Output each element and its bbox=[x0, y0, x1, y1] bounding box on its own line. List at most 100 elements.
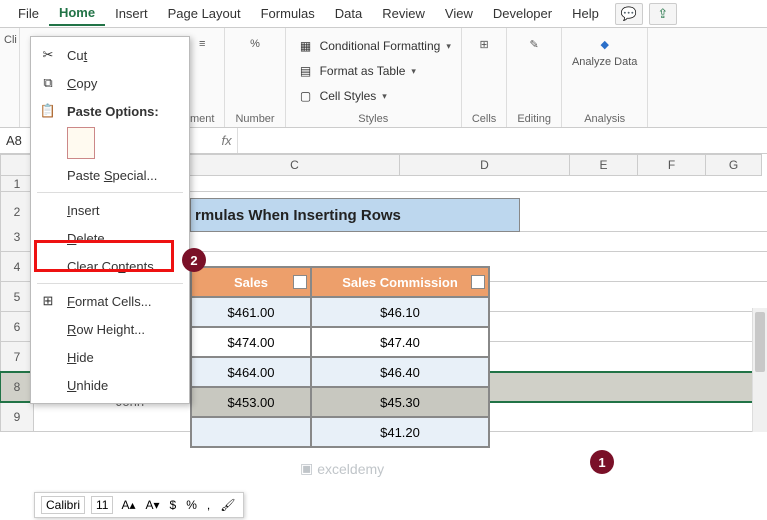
ribbon-number: % Number bbox=[225, 28, 285, 127]
row-head-4[interactable]: 4 bbox=[0, 252, 34, 282]
cm-format-cells[interactable]: ⊞Format Cells... bbox=[31, 287, 189, 315]
menu-view[interactable]: View bbox=[435, 2, 483, 25]
row-head-7[interactable]: 7 bbox=[0, 342, 34, 372]
filter-icon[interactable]: ▾ bbox=[293, 275, 307, 289]
cm-clear-contents[interactable]: Clear Contents bbox=[31, 252, 189, 280]
percent-icon[interactable]: % bbox=[245, 34, 265, 54]
context-menu: ✂Cut ⧉Copy 📋Paste Options: Paste Special… bbox=[30, 36, 190, 404]
menu-insert[interactable]: Insert bbox=[105, 2, 158, 25]
row-head-6[interactable]: 6 bbox=[0, 312, 34, 342]
menu-help[interactable]: Help bbox=[562, 2, 609, 25]
increase-font-icon[interactable]: A▴ bbox=[119, 498, 137, 512]
menu-page-layout[interactable]: Page Layout bbox=[158, 2, 251, 25]
ribbon-clipboard-label: Cli bbox=[4, 34, 17, 46]
paste-option-default[interactable] bbox=[67, 127, 95, 159]
ribbon-clipboard: Cli bbox=[0, 28, 20, 127]
format-cells-icon: ⊞ bbox=[39, 292, 57, 310]
header-sales[interactable]: Sales▾ bbox=[191, 267, 311, 297]
editing-icon[interactable]: ✎ bbox=[524, 34, 544, 54]
cells-icon[interactable]: ⊞ bbox=[474, 34, 494, 54]
separator bbox=[37, 283, 183, 284]
data-table: Sales▾ Sales Commission▾ $461.00$46.10 $… bbox=[190, 266, 490, 448]
ribbon-alignment-label: ment bbox=[190, 113, 214, 125]
excel-logo-icon: ▣ bbox=[300, 460, 313, 477]
col-head-c[interactable]: C bbox=[190, 154, 400, 176]
ribbon-editing: ✎ Editing bbox=[507, 28, 562, 127]
menu-home[interactable]: Home bbox=[49, 1, 105, 26]
mini-font-select[interactable]: Calibri bbox=[41, 496, 85, 514]
chevron-down-icon: ▾ bbox=[411, 66, 416, 77]
cm-copy[interactable]: ⧉Copy bbox=[31, 69, 189, 97]
fx-icon[interactable]: fx bbox=[217, 133, 237, 148]
mini-toolbar: Calibri 11 A▴ A▾ $ % , 🖌 bbox=[34, 492, 244, 518]
callout-1: 1 bbox=[590, 450, 614, 474]
select-all-corner[interactable] bbox=[0, 154, 34, 176]
format-as-table-button[interactable]: ▤Format as Table▾ bbox=[296, 59, 416, 83]
header-commission[interactable]: Sales Commission▾ bbox=[311, 267, 489, 297]
table-icon: ▤ bbox=[296, 61, 316, 81]
decrease-font-icon[interactable]: A▾ bbox=[144, 498, 162, 512]
ribbon-styles: ▦Conditional Formatting▾ ▤Format as Tabl… bbox=[286, 28, 462, 127]
menu-data[interactable]: Data bbox=[325, 2, 372, 25]
copy-icon: ⧉ bbox=[39, 74, 57, 92]
ribbon-styles-label: Styles bbox=[358, 113, 388, 125]
row-head-3[interactable]: 3 bbox=[0, 222, 34, 252]
cm-unhide[interactable]: Unhide bbox=[31, 371, 189, 399]
cond-format-icon: ▦ bbox=[296, 36, 316, 56]
align-icon[interactable]: ≡ bbox=[192, 34, 212, 54]
cm-row-height[interactable]: Row Height... bbox=[31, 315, 189, 343]
cm-hide[interactable]: Hide bbox=[31, 343, 189, 371]
analyze-data-button[interactable]: ◆Analyze Data bbox=[572, 34, 637, 68]
ribbon-analysis-label: Analysis bbox=[584, 113, 625, 125]
mini-size-select[interactable]: 11 bbox=[91, 496, 113, 514]
row-head-8[interactable]: 8 bbox=[0, 372, 34, 402]
col-head-g[interactable]: G bbox=[706, 154, 762, 176]
comma-icon[interactable]: , bbox=[205, 498, 212, 512]
cell-sales[interactable]: $461.00 bbox=[191, 297, 311, 327]
cell-sales[interactable] bbox=[191, 417, 311, 447]
row-head-9[interactable]: 9 bbox=[0, 402, 34, 432]
conditional-formatting-button[interactable]: ▦Conditional Formatting▾ bbox=[296, 34, 451, 58]
callout-2: 2 bbox=[182, 248, 206, 272]
cm-insert[interactable]: Insert bbox=[31, 196, 189, 224]
cell-comm[interactable]: $47.40 bbox=[311, 327, 489, 357]
cell-sales[interactable]: $474.00 bbox=[191, 327, 311, 357]
col-head-e[interactable]: E bbox=[570, 154, 638, 176]
col-head-d[interactable]: D bbox=[400, 154, 570, 176]
cm-delete[interactable]: Delete bbox=[31, 224, 189, 252]
watermark: ▣exceldemy bbox=[300, 460, 384, 477]
cell-comm[interactable]: $46.40 bbox=[311, 357, 489, 387]
currency-icon[interactable]: $ bbox=[168, 498, 179, 512]
menu-file[interactable]: File bbox=[8, 2, 49, 25]
ribbon-number-label: Number bbox=[235, 113, 274, 125]
menu-bar: File Home Insert Page Layout Formulas Da… bbox=[0, 0, 767, 28]
cell-comm[interactable]: $45.30 bbox=[311, 387, 489, 417]
cell-styles-button[interactable]: ▢Cell Styles▾ bbox=[296, 84, 387, 108]
chevron-down-icon: ▾ bbox=[446, 41, 451, 52]
name-box[interactable]: A8 bbox=[0, 133, 28, 148]
comments-icon[interactable]: 💬 bbox=[615, 3, 643, 25]
ribbon-analysis: ◆Analyze Data Analysis bbox=[562, 28, 648, 127]
cell-sales[interactable]: $453.00 bbox=[191, 387, 311, 417]
row-head-5[interactable]: 5 bbox=[0, 282, 34, 312]
filter-icon[interactable]: ▾ bbox=[471, 275, 485, 289]
clipboard-icon: 📋 bbox=[39, 102, 57, 120]
cell-comm[interactable]: $41.20 bbox=[311, 417, 489, 447]
percent-icon[interactable]: % bbox=[184, 498, 199, 512]
menu-review[interactable]: Review bbox=[372, 2, 435, 25]
cm-cut[interactable]: ✂Cut bbox=[31, 41, 189, 69]
col-head-f[interactable]: F bbox=[638, 154, 706, 176]
share-icon[interactable]: ⇪ bbox=[649, 3, 677, 25]
cell-sales[interactable]: $464.00 bbox=[191, 357, 311, 387]
format-painter-icon[interactable]: 🖌 bbox=[218, 498, 237, 512]
scissors-icon: ✂ bbox=[39, 46, 57, 64]
cm-paste-special[interactable]: Paste Special... bbox=[31, 161, 189, 189]
formula-input[interactable] bbox=[237, 128, 767, 153]
cell-comm[interactable]: $46.10 bbox=[311, 297, 489, 327]
menu-formulas[interactable]: Formulas bbox=[251, 2, 325, 25]
menu-developer[interactable]: Developer bbox=[483, 2, 562, 25]
ribbon-editing-label: Editing bbox=[517, 113, 551, 125]
chevron-down-icon: ▾ bbox=[382, 91, 387, 102]
vertical-scrollbar[interactable] bbox=[752, 308, 767, 432]
row-head-1[interactable]: 1 bbox=[0, 176, 34, 192]
